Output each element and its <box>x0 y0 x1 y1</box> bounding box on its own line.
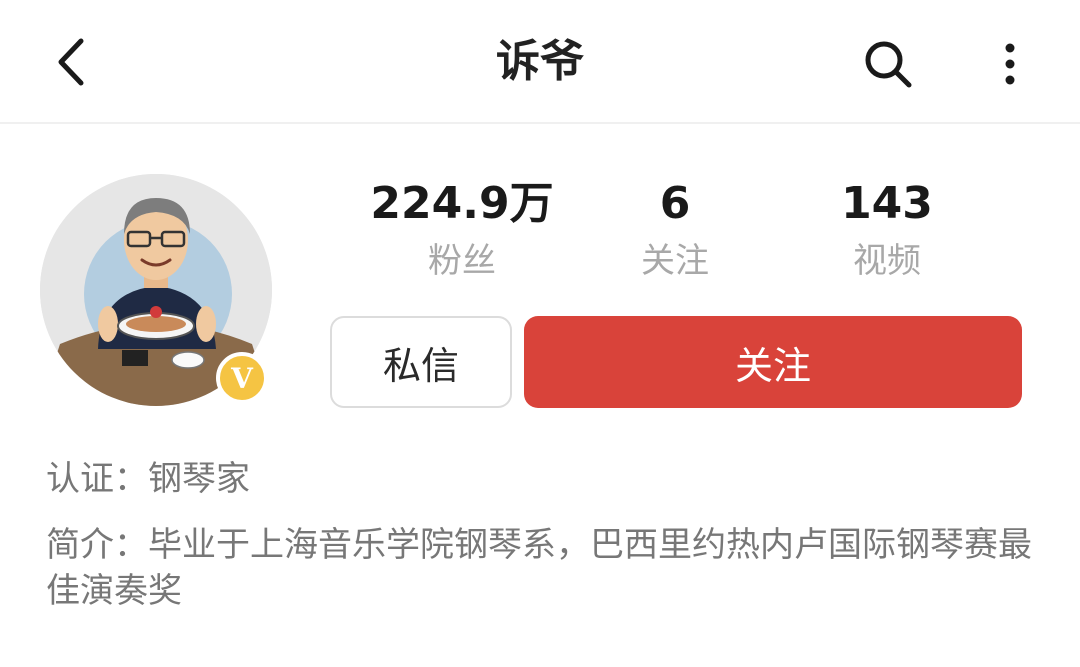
videos-count: 143 <box>841 178 933 229</box>
more-options-button[interactable] <box>990 36 1030 92</box>
stat-following[interactable]: 6 关注 <box>575 178 775 286</box>
following-count: 6 <box>659 178 691 229</box>
search-button[interactable] <box>858 36 918 92</box>
followers-label: 粉丝 <box>428 241 496 281</box>
chevron-left-icon <box>58 38 84 86</box>
stat-videos[interactable]: 143 视频 <box>787 178 987 286</box>
private-message-button[interactable]: 私信 <box>330 316 512 408</box>
following-label: 关注 <box>641 241 709 281</box>
back-button[interactable] <box>40 30 100 94</box>
top-navigation-bar: 诉爷 <box>0 0 1080 124</box>
certification-text: 认证：钢琴家 <box>46 459 250 499</box>
more-vertical-icon <box>1005 43 1015 85</box>
intro-text: 简介：毕业于上海音乐学院钢琴系，巴西里约热内卢国际钢琴赛最佳演奏奖 <box>46 525 1032 611</box>
stat-followers[interactable]: 224.9万 粉丝 <box>362 178 562 286</box>
page-title: 诉爷 <box>496 36 584 87</box>
follow-button[interactable]: 关注 <box>524 316 1022 408</box>
verified-badge: V <box>216 352 268 404</box>
followers-count: 224.9万 <box>370 178 554 229</box>
videos-label: 视频 <box>853 241 921 281</box>
search-icon <box>865 41 912 88</box>
